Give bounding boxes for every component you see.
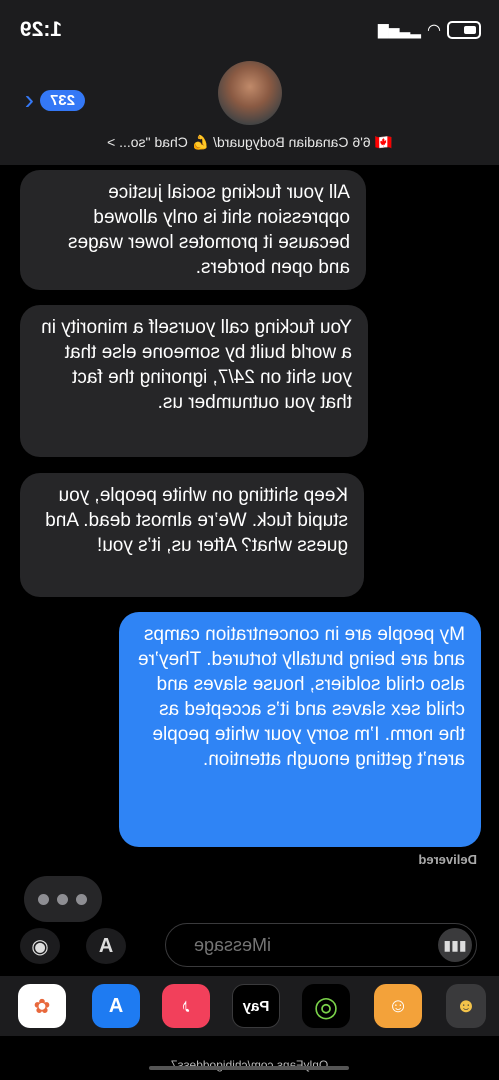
contact-name[interactable]: 🇨🇦 6'6 Canadian Bodyguard/ 💪 Chad "so...… — [0, 134, 499, 151]
message-bubble-received[interactable]: Keep shitting on white people, you stupi… — [20, 473, 364, 597]
message-bubble-sent[interactable]: My people are in concentration camps and… — [119, 612, 481, 847]
typing-dot — [57, 893, 69, 905]
typing-dot — [76, 893, 88, 905]
apps-button[interactable]: A — [86, 928, 126, 964]
contact-avatar[interactable] — [218, 61, 282, 125]
status-icons: ◠ ▂▃▅▇ — [378, 20, 481, 40]
camera-icon: ◉ — [31, 935, 49, 958]
music-app-icon[interactable]: ♪ — [162, 984, 210, 1028]
message-input[interactable] — [192, 933, 396, 957]
battery-icon — [447, 21, 481, 39]
activity-app-icon[interactable]: ◎ — [302, 984, 350, 1028]
signal-icon: ▂▃▅▇ — [377, 21, 422, 38]
app-store-app-icon[interactable]: A — [92, 984, 140, 1028]
typing-indicator — [24, 876, 102, 922]
photos-app-icon[interactable]: ✿ — [18, 984, 66, 1028]
animoji-app-icon[interactable]: ☻ — [446, 984, 486, 1028]
home-indicator[interactable] — [149, 1066, 349, 1070]
status-time: 1:29 — [20, 18, 63, 41]
message-bubble-received[interactable]: All your fucking social justice oppressi… — [20, 170, 366, 290]
typing-dot — [38, 893, 50, 905]
app-store-icon: A — [98, 934, 114, 957]
unread-badge: 237 — [39, 89, 85, 111]
memoji-app-icon[interactable]: ☺ — [374, 984, 422, 1028]
back-button[interactable]: 237 ‹ — [25, 84, 85, 116]
apple-pay-app-icon[interactable]: Pay — [232, 984, 280, 1028]
waveform-icon: ▮▮▮ — [443, 936, 467, 953]
audio-message-button[interactable]: ▮▮▮ — [438, 928, 472, 962]
chevron-back-icon: ‹ — [24, 84, 34, 115]
message-input-field[interactable]: ▮▮▮ — [165, 923, 477, 967]
message-bubble-received[interactable]: You fucking call yourself a minority in … — [20, 305, 368, 457]
camera-button[interactable]: ◉ — [20, 928, 60, 964]
delivered-status: Delivered — [418, 852, 477, 867]
wifi-icon: ◠ — [427, 22, 441, 39]
